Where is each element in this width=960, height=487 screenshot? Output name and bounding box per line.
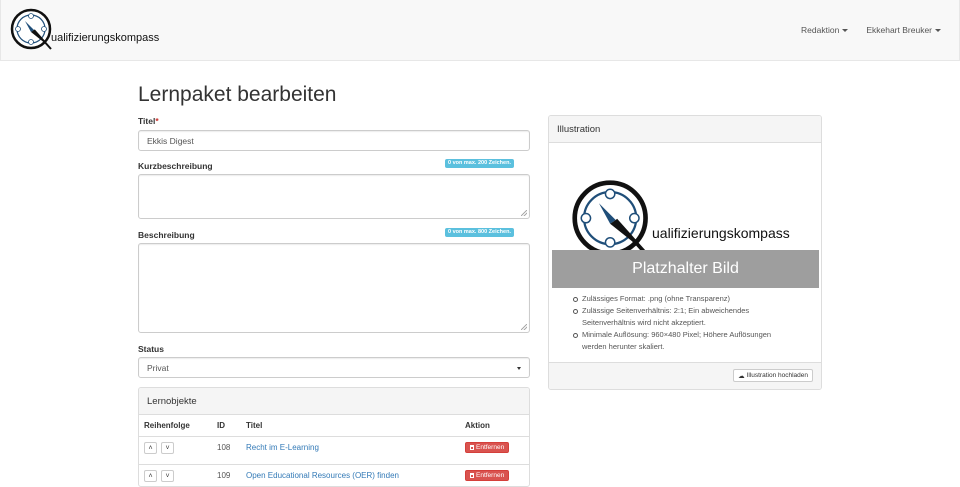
required-mark: *	[155, 116, 159, 126]
menu-user[interactable]: Ekkehart Breuker	[866, 25, 941, 35]
beschreibung-label: Beschreibung	[138, 230, 195, 240]
brand-logo[interactable]: ualifizierungskompass	[10, 8, 160, 51]
status-select[interactable]: Privat	[138, 357, 530, 378]
move-down-button[interactable]: ˅	[161, 470, 174, 482]
resize-grip-icon[interactable]	[521, 324, 527, 330]
move-up-button[interactable]: ˄	[144, 470, 157, 482]
kurzbeschreibung-counter-badge: 0 von max. 200 Zeichen.	[445, 159, 514, 168]
column-header-aktion: Aktion	[465, 421, 490, 430]
row-title-link[interactable]: Open Educational Resources (OER) finden	[246, 471, 399, 480]
move-up-button[interactable]: ˄	[144, 442, 157, 454]
beschreibung-textarea[interactable]	[138, 243, 530, 333]
remove-button-label: Entfernen	[476, 444, 505, 451]
remove-button[interactable]: Entfernen	[465, 470, 510, 481]
status-label: Status	[138, 344, 164, 354]
placeholder-image-banner: Platzhalter Bild	[552, 250, 819, 288]
chevron-up-icon: ˄	[148, 444, 153, 452]
column-header-id: ID	[217, 421, 225, 430]
upload-button-label: Illustration hochladen	[746, 372, 808, 379]
menu-user-label: Ekkehart Breuker	[866, 25, 932, 35]
upload-illustration-button[interactable]: ☁ Illustration hochladen	[733, 369, 813, 382]
titel-label-text: Titel	[138, 116, 156, 126]
brand-text: ualifizierungskompass	[51, 32, 160, 44]
status-select-value: Privat	[147, 362, 169, 373]
row-id: 109	[217, 471, 231, 480]
illustration-preview: ualifizierungskompass Platzhalter Bild	[549, 143, 821, 303]
resize-grip-icon[interactable]	[521, 210, 527, 216]
titel-input-value: Ekkis Digest	[147, 135, 194, 146]
titel-label: Titel*	[138, 116, 159, 126]
column-header-reihenfolge: Reihenfolge	[144, 421, 190, 430]
menu-redaktion-label: Redaktion	[801, 25, 840, 35]
list-item: Seitenverhältnis wird nicht akzeptiert.	[582, 318, 706, 327]
titel-input[interactable]: Ekkis Digest	[138, 130, 530, 151]
lernobjekte-panel: Lernobjekte Reihenfolge ID Titel Aktion …	[138, 387, 530, 487]
beschreibung-counter-badge: 0 von max. 800 Zeichen.	[445, 228, 514, 237]
list-item: Zulässiges Format: .png (ohne Transparen…	[549, 293, 821, 305]
compass-logo-icon	[572, 180, 649, 257]
list-item: Zulässige Seitenverhältnis: 2:1; Ein abw…	[549, 305, 821, 317]
table-row-divider	[139, 464, 529, 465]
caret-down-icon	[842, 28, 849, 32]
navbar-menu: Redaktion Ekkehart Breuker	[783, 0, 941, 60]
row-id: 108	[217, 443, 231, 452]
lernobjekte-heading: Lernobjekte	[139, 388, 529, 415]
chevron-up-icon: ˄	[148, 472, 153, 480]
row-title-link[interactable]: Recht im E-Learning	[246, 443, 319, 452]
illustration-heading: Illustration	[549, 116, 821, 143]
list-item: werden herunter skaliert.	[582, 342, 665, 351]
list-item: Minimale Auflösung: 960×480 Pixel; Höher…	[549, 329, 821, 341]
menu-redaktion[interactable]: Redaktion	[801, 25, 849, 35]
illustration-footer: ☁ Illustration hochladen	[549, 362, 821, 389]
kurzbeschreibung-textarea[interactable]	[138, 174, 530, 219]
illustration-logo-text: ualifizierungskompass	[652, 225, 790, 241]
chevron-down-icon: ˅	[165, 444, 170, 452]
caret-down-icon	[935, 28, 941, 32]
remove-button[interactable]: Entfernen	[465, 442, 510, 453]
trash-icon	[470, 473, 474, 478]
select-caret-icon	[517, 366, 521, 370]
compass-logo-icon	[10, 8, 52, 50]
illustration-requirements-list: Zulässiges Format: .png (ohne Transparen…	[549, 293, 821, 353]
chevron-down-icon: ˅	[165, 472, 170, 480]
remove-button-label: Entfernen	[476, 472, 505, 479]
move-down-button[interactable]: ˅	[161, 442, 174, 454]
page-title: Lernpaket bearbeiten	[138, 83, 337, 106]
navbar: ualifizierungskompass Redaktion Ekkehart…	[0, 0, 960, 61]
column-header-titel: Titel	[246, 421, 263, 430]
illustration-panel: Illustration ualifizierungskompass Platz…	[548, 115, 822, 390]
table-header-divider	[139, 436, 529, 437]
kurzbeschreibung-label: Kurzbeschreibung	[138, 161, 213, 171]
trash-icon	[470, 445, 474, 450]
cloud-upload-icon: ☁	[738, 372, 745, 380]
